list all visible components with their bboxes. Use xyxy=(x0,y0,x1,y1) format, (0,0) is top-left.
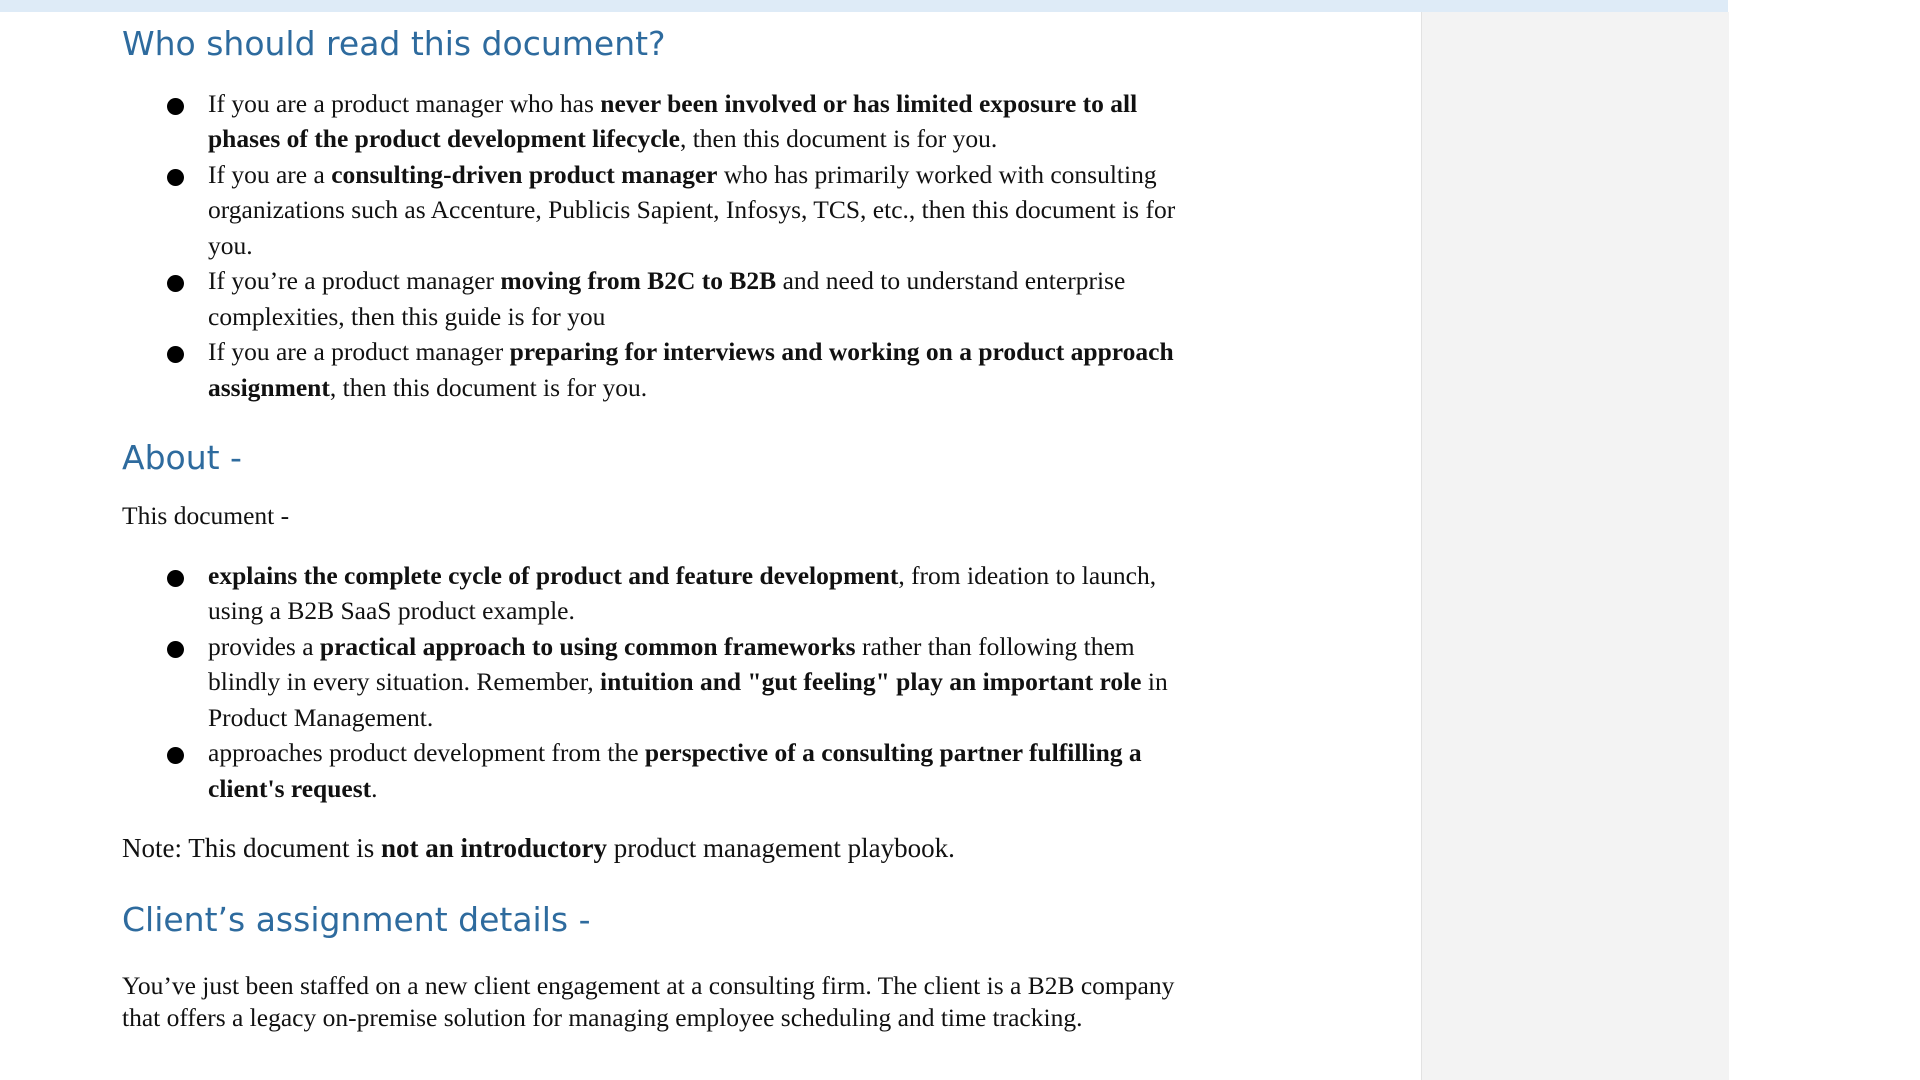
bullet-bold-text: consulting-driven product manager xyxy=(331,159,718,189)
bullet-text: If you are a xyxy=(208,159,332,189)
bullet-bold-text: explains the complete cycle of product a… xyxy=(208,560,899,590)
who-bullet-list: If you are a product manager who has nev… xyxy=(122,86,1252,406)
list-item: If you are a consulting-driven product m… xyxy=(122,157,1208,264)
bullet-text: , then this document is for you. xyxy=(329,372,648,402)
note-bold-text: not an introductory xyxy=(380,833,608,864)
bullet-bold-text: intuition and "gut feeling" play an impo… xyxy=(600,667,1142,697)
bullet-icon xyxy=(167,168,184,186)
window-top-bar xyxy=(0,0,1728,12)
heading-about: About - xyxy=(122,438,242,478)
list-item: If you are a product manager preparing f… xyxy=(122,334,1208,405)
list-item: If you’re a product manager moving from … xyxy=(122,263,1208,334)
bullet-bold-text: moving from B2C to B2B xyxy=(500,266,777,296)
note-text: product management playbook. xyxy=(607,833,955,864)
document-content: Who should read this document? If you ar… xyxy=(122,12,1252,1034)
side-panel xyxy=(1421,12,1729,1080)
about-bullet-list: explains the complete cycle of product a… xyxy=(122,558,1252,807)
bullet-bold-text: practical approach to using common frame… xyxy=(319,631,856,661)
bullet-text: If you are a product manager who has xyxy=(208,88,601,118)
bullet-icon xyxy=(167,569,184,587)
document-page: Who should read this document? If you ar… xyxy=(0,12,1421,1080)
list-item: explains the complete cycle of product a… xyxy=(122,558,1208,629)
bullet-text: provides a xyxy=(208,631,320,661)
bullet-icon xyxy=(167,346,184,364)
heading-who-should-read: Who should read this document? xyxy=(122,24,666,63)
list-item: If you are a product manager who has nev… xyxy=(122,86,1208,157)
bullet-icon xyxy=(167,275,184,293)
bullet-text: If you are a product manager xyxy=(208,337,510,367)
heading-client-assignment: Client’s assignment details - xyxy=(122,900,591,940)
bullet-text: , then this document is for you. xyxy=(679,124,998,154)
list-item: approaches product development from the … xyxy=(122,735,1208,806)
list-item: provides a practical approach to using c… xyxy=(122,629,1208,736)
client-assignment-paragraph: You’ve just been staffed on a new client… xyxy=(122,970,1175,1032)
about-intro-text: This document - xyxy=(122,500,290,530)
bullet-icon xyxy=(167,640,184,658)
bullet-icon xyxy=(167,747,184,765)
note-paragraph: Note: This document is not an introducto… xyxy=(122,832,1202,864)
bullet-icon xyxy=(167,97,184,115)
bullet-text: If you’re a product manager xyxy=(208,266,501,296)
bullet-text: . xyxy=(371,773,378,803)
bullet-text: approaches product development from the xyxy=(208,738,645,768)
note-text: Note: This document is xyxy=(122,833,381,864)
